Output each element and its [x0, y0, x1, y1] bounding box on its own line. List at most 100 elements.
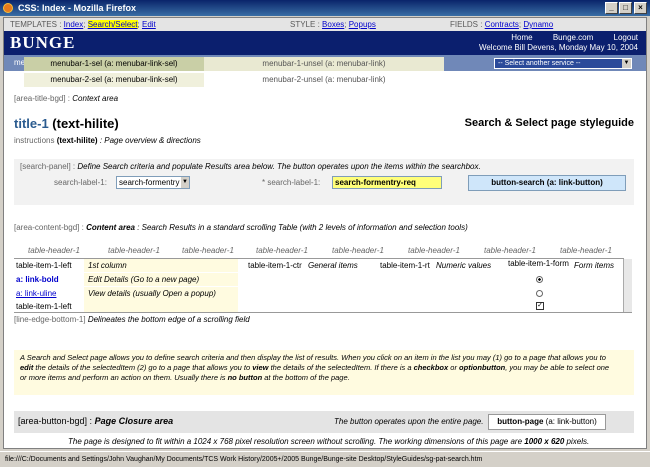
info-line-3: or more items and perform an action on t… [20, 373, 628, 383]
title-hilite: (text-hilite) [52, 116, 119, 131]
cell-numeric: Numeric values [436, 261, 492, 270]
info-line-1: A Search and Select page allows you to d… [20, 353, 606, 362]
window-titlebar: CSS: Index - Mozilla Firefox _ □ × [0, 0, 650, 16]
cell-first: Edit Details (Go to a new page) [88, 275, 200, 284]
search-button[interactable]: button-search (a: link-button) [468, 175, 626, 191]
table-header: table-header-1 [182, 246, 234, 255]
table-header: table-header-1 [28, 246, 80, 255]
home-link[interactable]: Home [511, 33, 532, 42]
info-t: at the bottom of the page. [262, 373, 350, 382]
search-required-input[interactable]: search-formentry-req [332, 176, 442, 189]
minimize-button[interactable]: _ [605, 2, 618, 14]
button-area-code: [area-button-bgd] : [18, 416, 93, 426]
bunge-com-link[interactable]: Bunge.com [553, 33, 593, 42]
site-header: BUNGE Home Bunge.com Logout Welcome Bill… [4, 31, 646, 55]
content-area-caption: [area-content-bgd] : Content area : Sear… [14, 223, 468, 232]
search-panel-code: [search-panel] : [20, 162, 76, 171]
table-row[interactable]: a: link-uline View details (usually Open… [14, 287, 624, 300]
edge-code: [line-edge-bottom-1] [14, 315, 86, 324]
info-t: or [448, 363, 460, 372]
search-panel-desc: Define Search criteria and populate Resu… [77, 162, 481, 171]
fields-dynamo-link[interactable]: Dynamo [523, 20, 553, 29]
title-area-caption: [area-title-bgd] : Context area [14, 94, 118, 103]
cell-ctr: table-item-1-ctr [248, 261, 302, 270]
search-select[interactable]: search-formentry ▼ [116, 176, 190, 189]
button-area-note: The button operates upon the entire page… [334, 417, 484, 426]
title-area-desc: Context area [72, 94, 119, 103]
table-header: table-header-1 [332, 246, 384, 255]
title-area-code: [area-title-bgd] : [14, 94, 71, 103]
cell-general: General items [308, 261, 358, 270]
info-edit: edit [20, 363, 34, 372]
close-button[interactable]: × [634, 2, 647, 14]
templates-index-link[interactable]: Index [64, 20, 84, 29]
style-boxes-link[interactable]: Boxes [322, 20, 344, 29]
style-label: STYLE : [290, 20, 320, 29]
footer-a: The page is designed to fit within a 102… [68, 437, 525, 446]
option-radio[interactable] [536, 290, 543, 297]
search-panel-caption: [search-panel] : Define Search criteria … [20, 162, 481, 171]
page-frame: TEMPLATES : Index; Search/Select; Edit S… [3, 17, 647, 449]
fields-contracts-link[interactable]: Contracts [485, 20, 519, 29]
cell-first: View details (usually Open a popup) [88, 289, 216, 298]
templates-edit-link[interactable]: Edit [142, 20, 156, 29]
table-scrollbar[interactable] [623, 259, 632, 313]
logout-link[interactable]: Logout [614, 33, 638, 42]
table-header: table-header-1 [484, 246, 536, 255]
cell-left: table-item-1-left [16, 261, 72, 270]
templates-search-link[interactable]: Search/Select [87, 20, 138, 29]
chevron-down-icon[interactable]: ▼ [181, 177, 189, 188]
table-row[interactable]: a: link-bold Edit Details (Go to a new p… [14, 273, 624, 286]
instructions-label: instructions [14, 136, 55, 145]
info-t: or more items and perform an action on t… [20, 373, 228, 382]
info-view: view [252, 363, 269, 372]
instructions-desc: : Page overview & directions [99, 136, 201, 145]
table-row[interactable]: table-item-1-left 1st column table-item-… [14, 259, 624, 272]
bunge-logo[interactable]: BUNGE [10, 33, 75, 53]
button-area-caption: [area-button-bgd] : Page Closure area [18, 416, 173, 426]
window-title: CSS: Index - Mozilla Firefox [18, 3, 137, 13]
templates-bar: TEMPLATES : Index; Search/Select; Edit S… [4, 18, 646, 31]
chevron-down-icon[interactable]: ▼ [622, 59, 631, 68]
menubar-2-sel[interactable]: menubar-2-sel (a: menubar-link-sel) [24, 73, 204, 87]
page-button-label: button-page [497, 417, 544, 426]
sep: ; [137, 20, 140, 29]
button-area-desc: Page Closure area [94, 416, 174, 426]
link-uline[interactable]: a: link-uline [16, 289, 56, 298]
content-code: [area-content-bgd] : [14, 223, 84, 232]
row-checkbox[interactable]: ✓ [536, 302, 544, 310]
templates-group: TEMPLATES : Index; Search/Select; Edit [10, 18, 156, 31]
maximize-button[interactable]: □ [619, 2, 632, 14]
fields-label: FIELDS : [450, 20, 483, 29]
content-bold: Content area [86, 223, 135, 232]
link-bold[interactable]: a: link-bold [16, 275, 59, 284]
option-radio[interactable] [536, 276, 543, 283]
info-nobutton: no button [227, 373, 263, 382]
content-desc: : Search Results in a standard scrolling… [137, 223, 468, 232]
service-select[interactable]: -- Select another service -- ▼ [494, 58, 632, 69]
info-option: optionbutton [459, 363, 506, 372]
search-label-1: search-label-1: [54, 178, 107, 187]
footer-c: pixels. [564, 437, 590, 446]
service-select-value: -- Select another service -- [498, 60, 581, 67]
info-line-2: edit the details of the selectedItem (2)… [20, 363, 628, 373]
footer-dims: 1000 x 620 [524, 437, 565, 446]
menubar-2-unsel[interactable]: menubar-2-unsel (a: menubar-link) [204, 73, 444, 87]
menubar-1-sel[interactable]: menubar-1-sel (a: menubar-link-sel) [24, 57, 204, 71]
header-links: Home Bunge.com Logout Welcome Bill Deven… [479, 33, 638, 53]
cell-rt: table-item-1-rt [380, 261, 430, 270]
table-header: table-header-1 [408, 246, 460, 255]
line-edge-bottom [14, 312, 632, 313]
fields-group: FIELDS : Contracts; Dynamo [450, 20, 554, 29]
cell-left: table-item-1-left [16, 302, 72, 311]
style-popups-link[interactable]: Popups [349, 20, 376, 29]
info-t: , you may be able to select one [505, 363, 610, 372]
info-t: the details of the selectedItem. If ther… [268, 363, 414, 372]
cell-form: table-item-1-form [508, 259, 569, 268]
page-button[interactable]: button-page (a: link-button) [488, 414, 606, 430]
welcome-text: Welcome Bill Devens, Monday May 10, 2004 [478, 43, 638, 52]
status-bar: file:///C:/Documents and Settings/John V… [0, 451, 650, 467]
menubar-1-unsel[interactable]: menubar-1-unsel (a: menubar-link) [204, 57, 444, 71]
table-header: table-header-1 [256, 246, 308, 255]
page-heading: Search & Select page styleguide [464, 117, 634, 129]
